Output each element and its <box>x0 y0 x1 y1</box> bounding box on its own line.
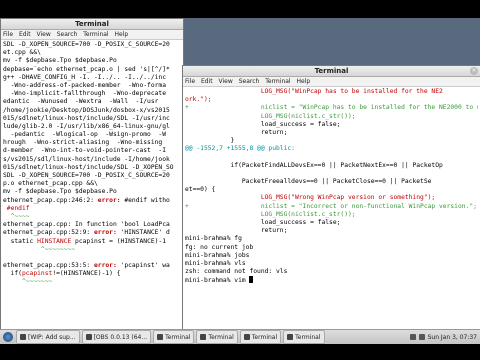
terminal-line: ^~~~~~~~~ <box>3 245 76 253</box>
terminal-line: depbase=`echo ethernet_pcap.o | sed 's|[… <box>3 65 170 73</box>
terminal-line: return; <box>185 128 288 136</box>
terminal-icon <box>243 334 250 340</box>
menu-search[interactable]: Search <box>57 31 78 38</box>
terminal-line: -Wno-implicit-fallthrough -Wno-deprecate <box>3 90 167 98</box>
terminal-line: if(pcapinst!=(HINSTANCE)-1) { <box>3 270 121 278</box>
window-title: Terminal <box>314 67 349 75</box>
terminal-line: g++ -DHAVE_CONFIG_H -I. -I../.. -I../../… <box>3 73 167 81</box>
terminal-line: ethernet_pcap.cpp:52:9: error: 'HINSTANC… <box>3 229 170 237</box>
terminal-line: + niclist = "WinPcap has to be installed… <box>185 104 478 112</box>
terminal-line: mv -f $depbase.Tpo $depbase.Po <box>3 188 117 196</box>
system-tray: Sun Jan 3, 07:37 <box>409 334 480 341</box>
network-icon[interactable] <box>409 334 416 340</box>
terminal-line: mv -f $depbase.Tpo $depbase.Po <box>3 57 117 65</box>
terminal-line: 015/sdlnet/linux-host/include/SDL -I/usr… <box>3 114 170 122</box>
menu-search[interactable]: Search <box>239 78 260 85</box>
terminal-line: ethernet_pcap.cpp:53:5: error: 'pcapinst… <box>3 262 170 270</box>
terminal-line: LOG_MSG("Wrong WinPcap version or someth… <box>185 194 436 202</box>
terminal-line: @@ -1552,7 +1555,8 @@ public: <box>185 145 295 153</box>
terminal-line: PacketFreealldevs==0 || PacketClose==0 |… <box>185 178 432 186</box>
letterbox-bottom <box>0 344 480 360</box>
terminal-icon <box>200 334 207 340</box>
terminal-line: edantic -Wunused -Wextra -Wall -I/usr <box>3 98 159 106</box>
terminal-line: if(PacketFindALLDevsEx==0 || PacketNextE… <box>185 161 443 169</box>
menu-edit[interactable]: Edit <box>201 78 213 85</box>
terminal-line: LOG_MSG("WinPcap has to be installed for… <box>185 88 443 95</box>
menu-bar: File Edit View Search Terminal Help <box>183 77 480 87</box>
terminal-line: mini-brahma% vls <box>185 259 246 267</box>
window-icon <box>85 334 92 340</box>
terminal-icon <box>287 334 294 340</box>
terminal-line: ^~~~~~~~ <box>3 278 53 286</box>
terminal-line: p.o ethernet_pcap.cpp &&\ <box>3 180 98 188</box>
terminal-line: ethernet_pcap.cpp: In function 'bool Loa… <box>3 221 170 229</box>
terminal-line: return; <box>185 227 288 235</box>
terminal-line: mini-brahma% fg <box>185 235 242 243</box>
terminal-line: SDL -D_XOPEN_SOURCE=700 -D_POSIX_C_SOURC… <box>3 172 170 179</box>
taskbar-item-terminal-2[interactable]: Terminal <box>196 330 238 344</box>
menu-terminal[interactable]: Terminal <box>265 78 290 85</box>
terminal-line: s/vs2015/sdl/linux-host/include -I/home/… <box>3 155 170 163</box>
terminal-window-front[interactable]: Terminal × File Edit View Search Termina… <box>182 65 480 330</box>
terminal-line: /home/jookie/Desktop/DOSJunk/dosbox-x/vs… <box>3 106 170 114</box>
terminal-line: ^~~~~ <box>3 212 30 220</box>
terminal-line: } <box>185 137 235 145</box>
menu-file[interactable]: File <box>185 78 195 85</box>
letterbox-top <box>0 0 480 18</box>
terminal-line: -Wno-address-of-packed-member -Wno-forma <box>3 81 167 89</box>
menu-view[interactable]: View <box>37 31 51 38</box>
terminal-line: LOG_MSG(niclist.c_str()); <box>185 210 356 218</box>
window-icon <box>20 334 26 340</box>
terminal-line: load_success = false; <box>185 219 341 226</box>
text-cursor <box>249 276 254 284</box>
menu-help[interactable]: Help <box>297 78 311 85</box>
taskbar-item-terminal-1[interactable]: Terminal <box>153 330 195 344</box>
taskbar-item-terminal-3[interactable]: Terminal <box>239 330 282 344</box>
taskbar-item-wip[interactable]: [WIP: Add sup... <box>16 330 80 344</box>
terminal-line: -pedantic -Wlogical-op -Wsign-promo -W <box>3 131 167 139</box>
window-titlebar[interactable]: Terminal × <box>183 66 480 77</box>
menu-edit[interactable]: Edit <box>19 31 31 38</box>
terminal-line: ethernet_pcap.cpp:246:2: error: #endif w… <box>3 196 170 204</box>
terminal-window-back[interactable]: Terminal File Edit View Search Terminal … <box>0 18 184 344</box>
terminal-line: mini-brahma% vim <box>185 276 478 284</box>
terminal-output[interactable]: LOG_MSG("WinPcap has to be installed for… <box>183 87 480 286</box>
terminal-line: SDL -D_XOPEN_SOURCE=700 -D_POSIX_C_SOURC… <box>3 41 170 48</box>
taskbar-item-obs[interactable]: [OBS 0.0.13 (64... <box>81 330 152 344</box>
terminal-line: fg: no current job <box>185 243 254 251</box>
menu-help[interactable]: Help <box>115 31 129 38</box>
window-title: Terminal <box>75 20 109 28</box>
terminal-line: + niclist = "Incorrect or non-functional… <box>185 202 477 210</box>
close-icon[interactable]: × <box>470 67 478 75</box>
taskbar: [WIP: Add sup... [OBS 0.0.13 (64... Term… <box>0 329 480 344</box>
menu-bar: File Edit View Search Terminal Help <box>1 30 183 40</box>
menu-terminal[interactable]: Terminal <box>83 31 108 38</box>
terminal-line: d-member -Wno-int-to-void-pointer-cast -… <box>3 147 167 155</box>
terminal-line: hrough -Wno-strict-aliasing -Wno-missing <box>3 139 163 147</box>
terminal-line: 015/sdlnet/linux-host/include/SDL -D_XOP… <box>3 163 174 171</box>
terminal-output[interactable]: SDL -D_XOPEN_SOURCE=700 -D_POSIX_C_SOURC… <box>1 40 183 288</box>
terminal-line: lude/glib-2.0 -I/usr/lib/x86_64-linux-gn… <box>3 122 170 130</box>
terminal-line: et.cpp &&\ <box>3 49 41 57</box>
volume-icon[interactable] <box>418 334 425 340</box>
terminal-line: #endif <box>3 204 30 212</box>
taskbar-item-terminal-4[interactable]: Terminal <box>283 330 325 344</box>
menu-view[interactable]: View <box>219 78 233 85</box>
terminal-line: ork."); <box>185 96 212 104</box>
terminal-line: load_success = false; <box>185 120 341 128</box>
terminal-line: static HINSTANCE pcapinst = (HINSTANCE)-… <box>3 237 167 245</box>
terminal-line: LOG_MSG(niclist.c_str()); <box>185 112 356 120</box>
terminal-line: mini-brahma% jobs <box>185 251 250 259</box>
desktop: Terminal File Edit View Search Terminal … <box>0 18 480 344</box>
terminal-line: et==0) { <box>185 186 216 194</box>
start-menu-icon[interactable] <box>3 332 13 342</box>
terminal-line: zsh: command not found: vls <box>185 268 288 276</box>
clock[interactable]: Sun Jan 3, 07:37 <box>428 334 477 341</box>
window-titlebar[interactable]: Terminal <box>1 19 183 30</box>
menu-file[interactable]: File <box>3 31 13 38</box>
terminal-icon <box>157 334 164 340</box>
